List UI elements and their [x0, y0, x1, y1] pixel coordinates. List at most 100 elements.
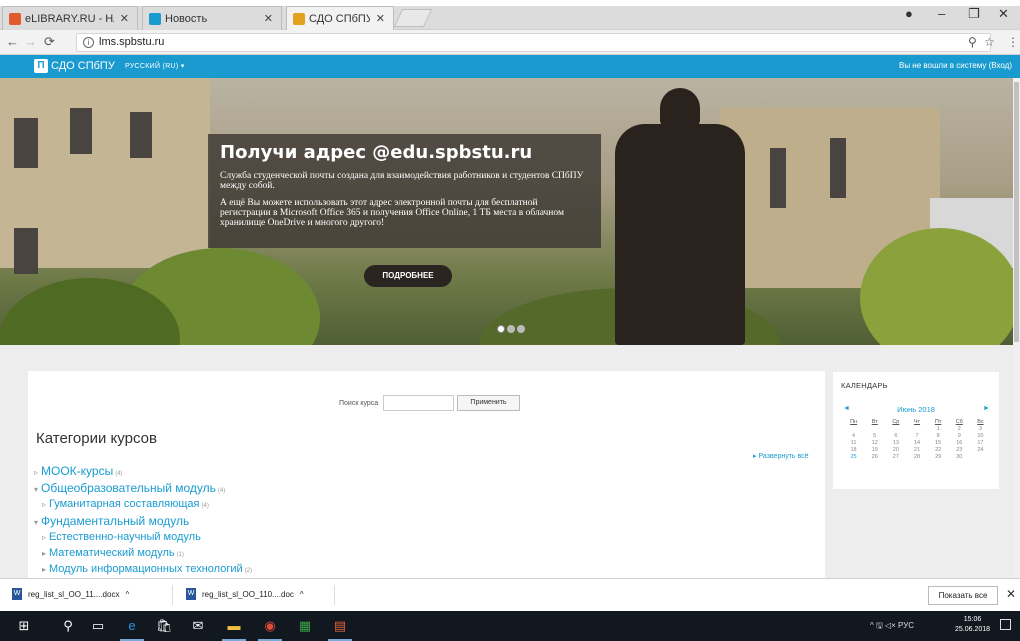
tab-news[interactable]: Новость ✕ [142, 6, 282, 30]
carousel-dot-2[interactable] [507, 325, 515, 333]
calendar-next-icon[interactable]: ► [983, 405, 990, 412]
windows-start-icon[interactable]: ⊞ [16, 618, 32, 634]
clock-date: 25.06.2018 [955, 626, 991, 633]
category-general-education[interactable]: ▾ Общеобразовательный модуль (4) [34, 481, 225, 495]
mail-icon[interactable]: ✉ [190, 618, 206, 634]
tab-close-icon[interactable]: ✕ [376, 12, 385, 25]
calendar-day[interactable]: 19 [864, 447, 885, 453]
site-name-link[interactable]: СДО СПбПУ [51, 60, 115, 72]
category-it[interactable]: ▸ Модуль информационных технологий (2) [42, 563, 252, 575]
calendar-day[interactable]: 5 [864, 433, 885, 439]
calendar-day[interactable]: 11 [843, 440, 864, 446]
calendar-day[interactable]: 26 [864, 454, 885, 460]
calendar-day[interactable]: 17 [970, 440, 991, 446]
apply-search-button[interactable]: Применить [457, 395, 520, 411]
login-link[interactable]: Вы не вошли в систему (Вход) [899, 61, 1012, 70]
calendar-day[interactable]: 21 [906, 447, 927, 453]
calendar-day[interactable]: 23 [949, 447, 970, 453]
category-mooc[interactable]: ▹ МООК-курсы (4) [34, 464, 123, 478]
profile-icon[interactable]: ● [905, 6, 913, 21]
tab-close-icon[interactable]: ✕ [120, 12, 129, 25]
clock[interactable]: 15:06 25.06.2018 [955, 615, 990, 635]
menu-icon[interactable]: ⋮ [1007, 35, 1019, 49]
store-icon[interactable]: 🛍 [156, 618, 173, 634]
calendar-day[interactable]: 25 [843, 454, 864, 460]
close-window-button[interactable]: ✕ [998, 6, 1009, 22]
calendar-day[interactable]: 24 [970, 447, 991, 453]
calendar-weekday: Пн [850, 419, 858, 425]
categories-heading: Категории курсов [36, 430, 157, 447]
category-humanities[interactable]: ▹ Гуманитарная составляющая (4) [42, 498, 209, 510]
task-view-icon[interactable]: ▭ [90, 618, 106, 634]
calendar-weekday: Вс [977, 419, 984, 425]
carousel-dot-3[interactable] [517, 325, 525, 333]
notification-icon[interactable] [1000, 619, 1011, 630]
download-item[interactable]: W reg_list_sl_OO_110....doc ^ [186, 588, 304, 600]
system-tray[interactable]: ^ 🖫 ◁× РУС [870, 620, 914, 634]
search-icon[interactable]: ⚲ [60, 618, 76, 634]
calendar-day[interactable]: 1 [928, 426, 949, 432]
calendar-day[interactable]: 4 [843, 433, 864, 439]
calendar-day[interactable]: 10 [970, 433, 991, 439]
tab-lms[interactable]: СДО СПбПУ ✕ [286, 6, 394, 30]
show-all-downloads-button[interactable]: Показать все [928, 586, 998, 605]
spbstu-logo-icon[interactable]: П [34, 59, 48, 73]
forward-icon[interactable]: → [24, 34, 37, 49]
calendar-day[interactable]: 28 [906, 454, 927, 460]
more-button[interactable]: ПОДРОБНЕЕ [364, 265, 452, 287]
calendar-prev-icon[interactable]: ◄ [843, 405, 850, 412]
address-bar[interactable]: i lms.spbstu.ru [76, 33, 991, 52]
browser-tab-strip: eLIBRARY.RU - НАУЧНАЯ ✕ Новость ✕ СДО СП… [0, 0, 1020, 30]
calendar-day[interactable]: 6 [885, 433, 906, 439]
tab-close-icon[interactable]: ✕ [264, 12, 273, 25]
download-menu-icon[interactable]: ^ [300, 590, 304, 599]
minimize-button[interactable]: – [938, 6, 945, 21]
page-scrollbar[interactable] [1013, 78, 1020, 578]
calendar-day[interactable]: 22 [928, 447, 949, 453]
chrome-icon[interactable]: ◉ [258, 618, 282, 641]
edge-browser-icon[interactable]: e [120, 618, 144, 641]
language-menu[interactable]: РУССКИЙ (RU) ▾ [125, 62, 185, 70]
category-math[interactable]: ▸ Математический модуль (1) [42, 547, 184, 559]
carousel-dot-1[interactable] [497, 325, 505, 333]
elibrary-favicon-icon [9, 13, 21, 25]
calendar-day[interactable]: 12 [864, 440, 885, 446]
excel-icon[interactable]: ▦ [297, 618, 313, 634]
calendar-day[interactable]: 30 [949, 454, 970, 460]
calendar-day[interactable]: 9 [949, 433, 970, 439]
close-download-shelf-icon[interactable]: ✕ [1006, 587, 1016, 601]
maximize-button[interactable]: ❐ [968, 6, 980, 22]
tab-elibrary[interactable]: eLIBRARY.RU - НАУЧНАЯ ✕ [2, 6, 138, 30]
back-icon[interactable]: ← [6, 34, 19, 49]
calendar-day[interactable]: 20 [885, 447, 906, 453]
calendar-day[interactable]: 14 [906, 440, 927, 446]
powerpoint-icon[interactable]: ▤ [328, 618, 352, 641]
scrollbar-thumb[interactable] [1014, 82, 1019, 342]
calendar-grid: Пн Вт Ср Чт Пт Сб Вс 1 2 3 4 5 6 7 8 9 10 11 12 13 14 15 16 17 1… [843, 419, 991, 460]
calendar-day[interactable]: 8 [928, 433, 949, 439]
calendar-day[interactable]: 16 [949, 440, 970, 446]
info-icon[interactable]: i [83, 37, 94, 48]
course-search-input[interactable] [383, 395, 454, 411]
collapsed-arrow-icon: ▹ [34, 468, 39, 477]
reload-icon[interactable]: ⟳ [44, 34, 55, 50]
calendar-weekday: Вт [871, 419, 878, 425]
hero-paragraph-2: А ещё Вы можете использовать этот адрес … [220, 198, 564, 228]
expand-all-link[interactable]: ▸ Развернуть всё [753, 452, 809, 460]
calendar-day[interactable]: 27 [885, 454, 906, 460]
download-menu-icon[interactable]: ^ [125, 590, 129, 599]
calendar-day[interactable]: 15 [928, 440, 949, 446]
calendar-day[interactable]: 7 [906, 433, 927, 439]
calendar-day[interactable]: 3 [970, 426, 991, 432]
calendar-day[interactable]: 18 [843, 447, 864, 453]
file-explorer-icon[interactable]: ▬ [222, 618, 246, 641]
calendar-day[interactable]: 29 [928, 454, 949, 460]
download-item[interactable]: W reg_list_sl_OO_11....docx ^ [12, 588, 129, 600]
category-natural-science[interactable]: ▹ Естественно-научный модуль [42, 531, 203, 543]
zoom-icon[interactable]: ⚲ [968, 35, 977, 49]
category-fundamental[interactable]: ▾ Фундаментальный модуль [34, 514, 191, 528]
calendar-day[interactable]: 2 [949, 426, 970, 432]
bookmark-star-icon[interactable]: ☆ [984, 35, 995, 49]
download-filename: reg_list_sl_OO_11....docx [28, 589, 120, 599]
calendar-day[interactable]: 13 [885, 440, 906, 446]
